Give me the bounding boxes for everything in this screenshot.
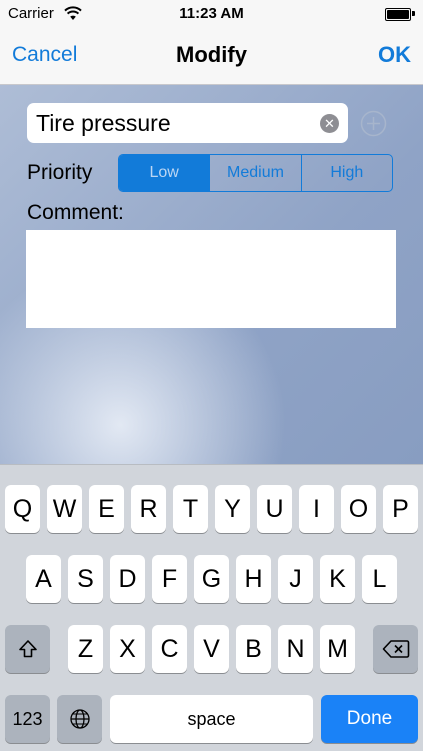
comment-textarea[interactable] bbox=[26, 230, 396, 328]
key-z[interactable]: Z bbox=[68, 625, 103, 673]
battery-cap bbox=[412, 11, 415, 16]
key-d[interactable]: D bbox=[110, 555, 145, 603]
key-g[interactable]: G bbox=[194, 555, 229, 603]
ok-button[interactable]: OK bbox=[378, 42, 411, 68]
space-key[interactable]: space bbox=[110, 695, 313, 743]
key-w[interactable]: W bbox=[47, 485, 82, 533]
keyboard: Q W E R T Y U I O P A S D F G H J K L Z … bbox=[0, 464, 423, 751]
key-b[interactable]: B bbox=[236, 625, 271, 673]
shift-key[interactable] bbox=[5, 625, 50, 673]
key-f[interactable]: F bbox=[152, 555, 187, 603]
key-k[interactable]: K bbox=[320, 555, 355, 603]
key-x[interactable]: X bbox=[110, 625, 145, 673]
form-area: ✕ Priority Low Medium High Comment: bbox=[0, 85, 423, 464]
key-l[interactable]: L bbox=[362, 555, 397, 603]
add-circle-icon[interactable] bbox=[360, 110, 387, 137]
globe-key[interactable] bbox=[57, 695, 102, 743]
key-o[interactable]: O bbox=[341, 485, 376, 533]
shift-arrow-icon bbox=[18, 640, 37, 658]
globe-icon bbox=[69, 709, 90, 729]
navigation-bar: Cancel Modify OK bbox=[0, 28, 423, 85]
priority-option-high[interactable]: High bbox=[302, 155, 392, 191]
key-e[interactable]: E bbox=[89, 485, 124, 533]
key-p[interactable]: P bbox=[383, 485, 418, 533]
key-i[interactable]: I bbox=[299, 485, 334, 533]
clear-text-icon[interactable]: ✕ bbox=[320, 114, 339, 133]
key-v[interactable]: V bbox=[194, 625, 229, 673]
key-t[interactable]: T bbox=[173, 485, 208, 533]
title-field[interactable]: ✕ bbox=[27, 103, 348, 143]
status-time: 11:23 AM bbox=[179, 5, 244, 22]
backspace-icon bbox=[382, 640, 409, 658]
key-q[interactable]: Q bbox=[5, 485, 40, 533]
priority-segmented-control: Low Medium High bbox=[118, 154, 393, 192]
numbers-key[interactable]: 123 bbox=[5, 695, 50, 743]
done-key[interactable]: Done bbox=[321, 695, 418, 743]
priority-option-low[interactable]: Low bbox=[119, 155, 211, 191]
title-input[interactable] bbox=[36, 103, 316, 143]
status-bar: Carrier 11:23 AM bbox=[0, 0, 423, 28]
backspace-key[interactable] bbox=[373, 625, 418, 673]
key-u[interactable]: U bbox=[257, 485, 292, 533]
key-n[interactable]: N bbox=[278, 625, 313, 673]
key-c[interactable]: C bbox=[152, 625, 187, 673]
key-r[interactable]: R bbox=[131, 485, 166, 533]
battery-icon bbox=[385, 8, 411, 21]
key-y[interactable]: Y bbox=[215, 485, 250, 533]
cancel-button[interactable]: Cancel bbox=[12, 43, 77, 67]
comment-label: Comment: bbox=[27, 201, 124, 224]
key-a[interactable]: A bbox=[26, 555, 61, 603]
key-h[interactable]: H bbox=[236, 555, 271, 603]
priority-option-medium[interactable]: Medium bbox=[210, 155, 302, 191]
key-s[interactable]: S bbox=[68, 555, 103, 603]
key-m[interactable]: M bbox=[320, 625, 355, 673]
key-j[interactable]: J bbox=[278, 555, 313, 603]
priority-label: Priority bbox=[27, 161, 93, 184]
